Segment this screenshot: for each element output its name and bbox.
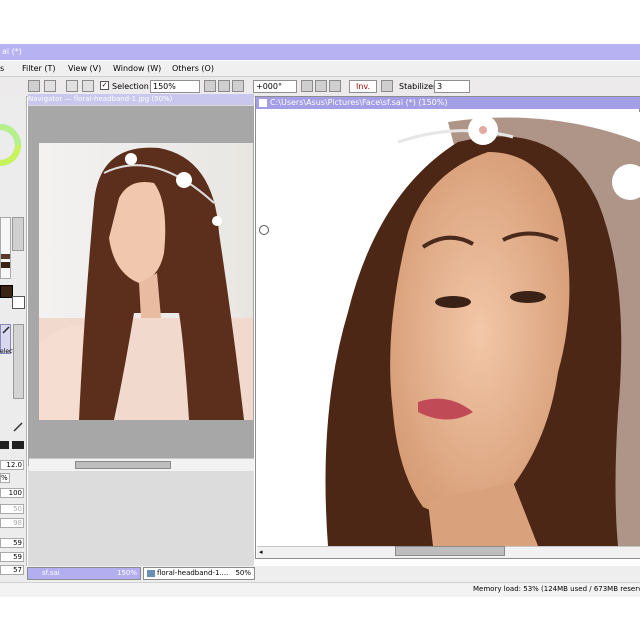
drawing-canvas[interactable] xyxy=(258,112,640,546)
brush-cursor xyxy=(259,225,269,235)
tab-zoom: 150% xyxy=(116,569,137,577)
stabilizer-icon xyxy=(381,80,393,92)
menu-item-view[interactable]: View (V) xyxy=(68,64,101,73)
rotate-left-icon[interactable] xyxy=(301,80,313,92)
stabilizer-select[interactable]: 3 xyxy=(434,80,470,93)
navigator-scroll-thumb[interactable] xyxy=(75,461,171,469)
memory-status: Memory load: 53% (124MB used / 673MB res… xyxy=(473,585,640,593)
pen-icon xyxy=(2,326,10,334)
scroll-arrow-left-icon[interactable]: ◂ xyxy=(259,548,263,556)
invert-view-button[interactable]: Inv. xyxy=(349,80,377,93)
navigator-title-text: Navigator — floral-headband-1.jpg (50%) xyxy=(28,95,173,103)
undo-icon[interactable] xyxy=(28,80,40,92)
zoom-reset-icon[interactable] xyxy=(232,80,244,92)
image-icon xyxy=(147,569,155,577)
invert-selection-icon[interactable] xyxy=(82,80,94,92)
selection-checkbox[interactable]: ✓ xyxy=(100,81,109,90)
reference-photo xyxy=(39,143,253,420)
percent-field[interactable]: % xyxy=(0,473,10,483)
persistence-field[interactable]: 59 xyxy=(0,538,24,548)
window-title: ai (*) xyxy=(2,47,22,56)
blur-field[interactable]: 59 xyxy=(0,552,24,562)
tab-name: floral-headband-1.... xyxy=(157,569,229,577)
min-size-field[interactable]: 57 xyxy=(0,565,24,575)
menu-item-window[interactable]: Window (W) xyxy=(113,64,161,73)
zoom-select[interactable]: 150% xyxy=(150,80,200,93)
background-color[interactable] xyxy=(12,296,25,309)
redo-icon[interactable] xyxy=(44,80,56,92)
brush-shape-round[interactable] xyxy=(0,441,9,449)
selection-label: Selection xyxy=(112,82,149,91)
swatch-brown[interactable] xyxy=(1,254,10,259)
menu-item-filter[interactable]: Filter (T) xyxy=(22,64,55,73)
tab-name: sf.sai xyxy=(42,569,60,577)
color-swatches[interactable] xyxy=(0,217,11,279)
menu-item-layers[interactable]: s xyxy=(0,64,4,73)
swatch-dark-brown[interactable] xyxy=(1,262,10,268)
document-icon xyxy=(259,98,267,107)
tab-sf-sai[interactable]: sf.sai 150% xyxy=(27,567,141,580)
painting-artwork xyxy=(325,115,640,546)
canvas-scroll-thumb[interactable] xyxy=(395,546,505,556)
rotation-select[interactable]: +000° xyxy=(253,80,297,93)
reference-photo-drawing xyxy=(39,147,253,420)
menu-bar: s Filter (T) View (V) Window (W) Others … xyxy=(0,61,640,77)
brush-icon[interactable] xyxy=(12,421,24,433)
blending-field[interactable]: 50 xyxy=(0,504,24,514)
menu-item-others[interactable]: Others (O) xyxy=(172,64,214,73)
brush-size-field[interactable]: 12.0 xyxy=(0,460,24,470)
zoom-out-icon[interactable] xyxy=(204,80,216,92)
canvas-title-text: C:\Users\Asus\Pictures\Face\sf.sai (*) (… xyxy=(270,98,448,107)
rotate-right-icon[interactable] xyxy=(315,80,327,92)
density-field[interactable]: 100 xyxy=(0,488,24,498)
tab-floral-headband[interactable]: floral-headband-1.... 50% xyxy=(143,567,255,580)
tool-list-scrollbar[interactable] xyxy=(13,324,24,399)
tab-zoom: 50% xyxy=(235,569,251,577)
dilution-field[interactable]: 98 xyxy=(0,518,24,528)
canvas-titlebar: C:\Users\Asus\Pictures\Face\sf.sai (*) (… xyxy=(256,97,640,109)
left-tool-panel: elect 12.0 % 100 50 98 59 59 57 xyxy=(0,96,27,583)
window-titlebar: ai (*) xyxy=(0,44,640,60)
brush-shape-square[interactable] xyxy=(12,441,24,449)
color-wheel-icon[interactable] xyxy=(0,108,22,182)
rotate-reset-icon[interactable] xyxy=(329,80,341,92)
zoom-in-icon[interactable] xyxy=(218,80,230,92)
deselect-icon[interactable] xyxy=(66,80,78,92)
swatch-scrollbar[interactable] xyxy=(12,217,24,251)
stabilizer-label: Stabilizer xyxy=(399,82,437,91)
navigator-title: Navigator — floral-headband-1.jpg (50%) xyxy=(28,94,254,105)
